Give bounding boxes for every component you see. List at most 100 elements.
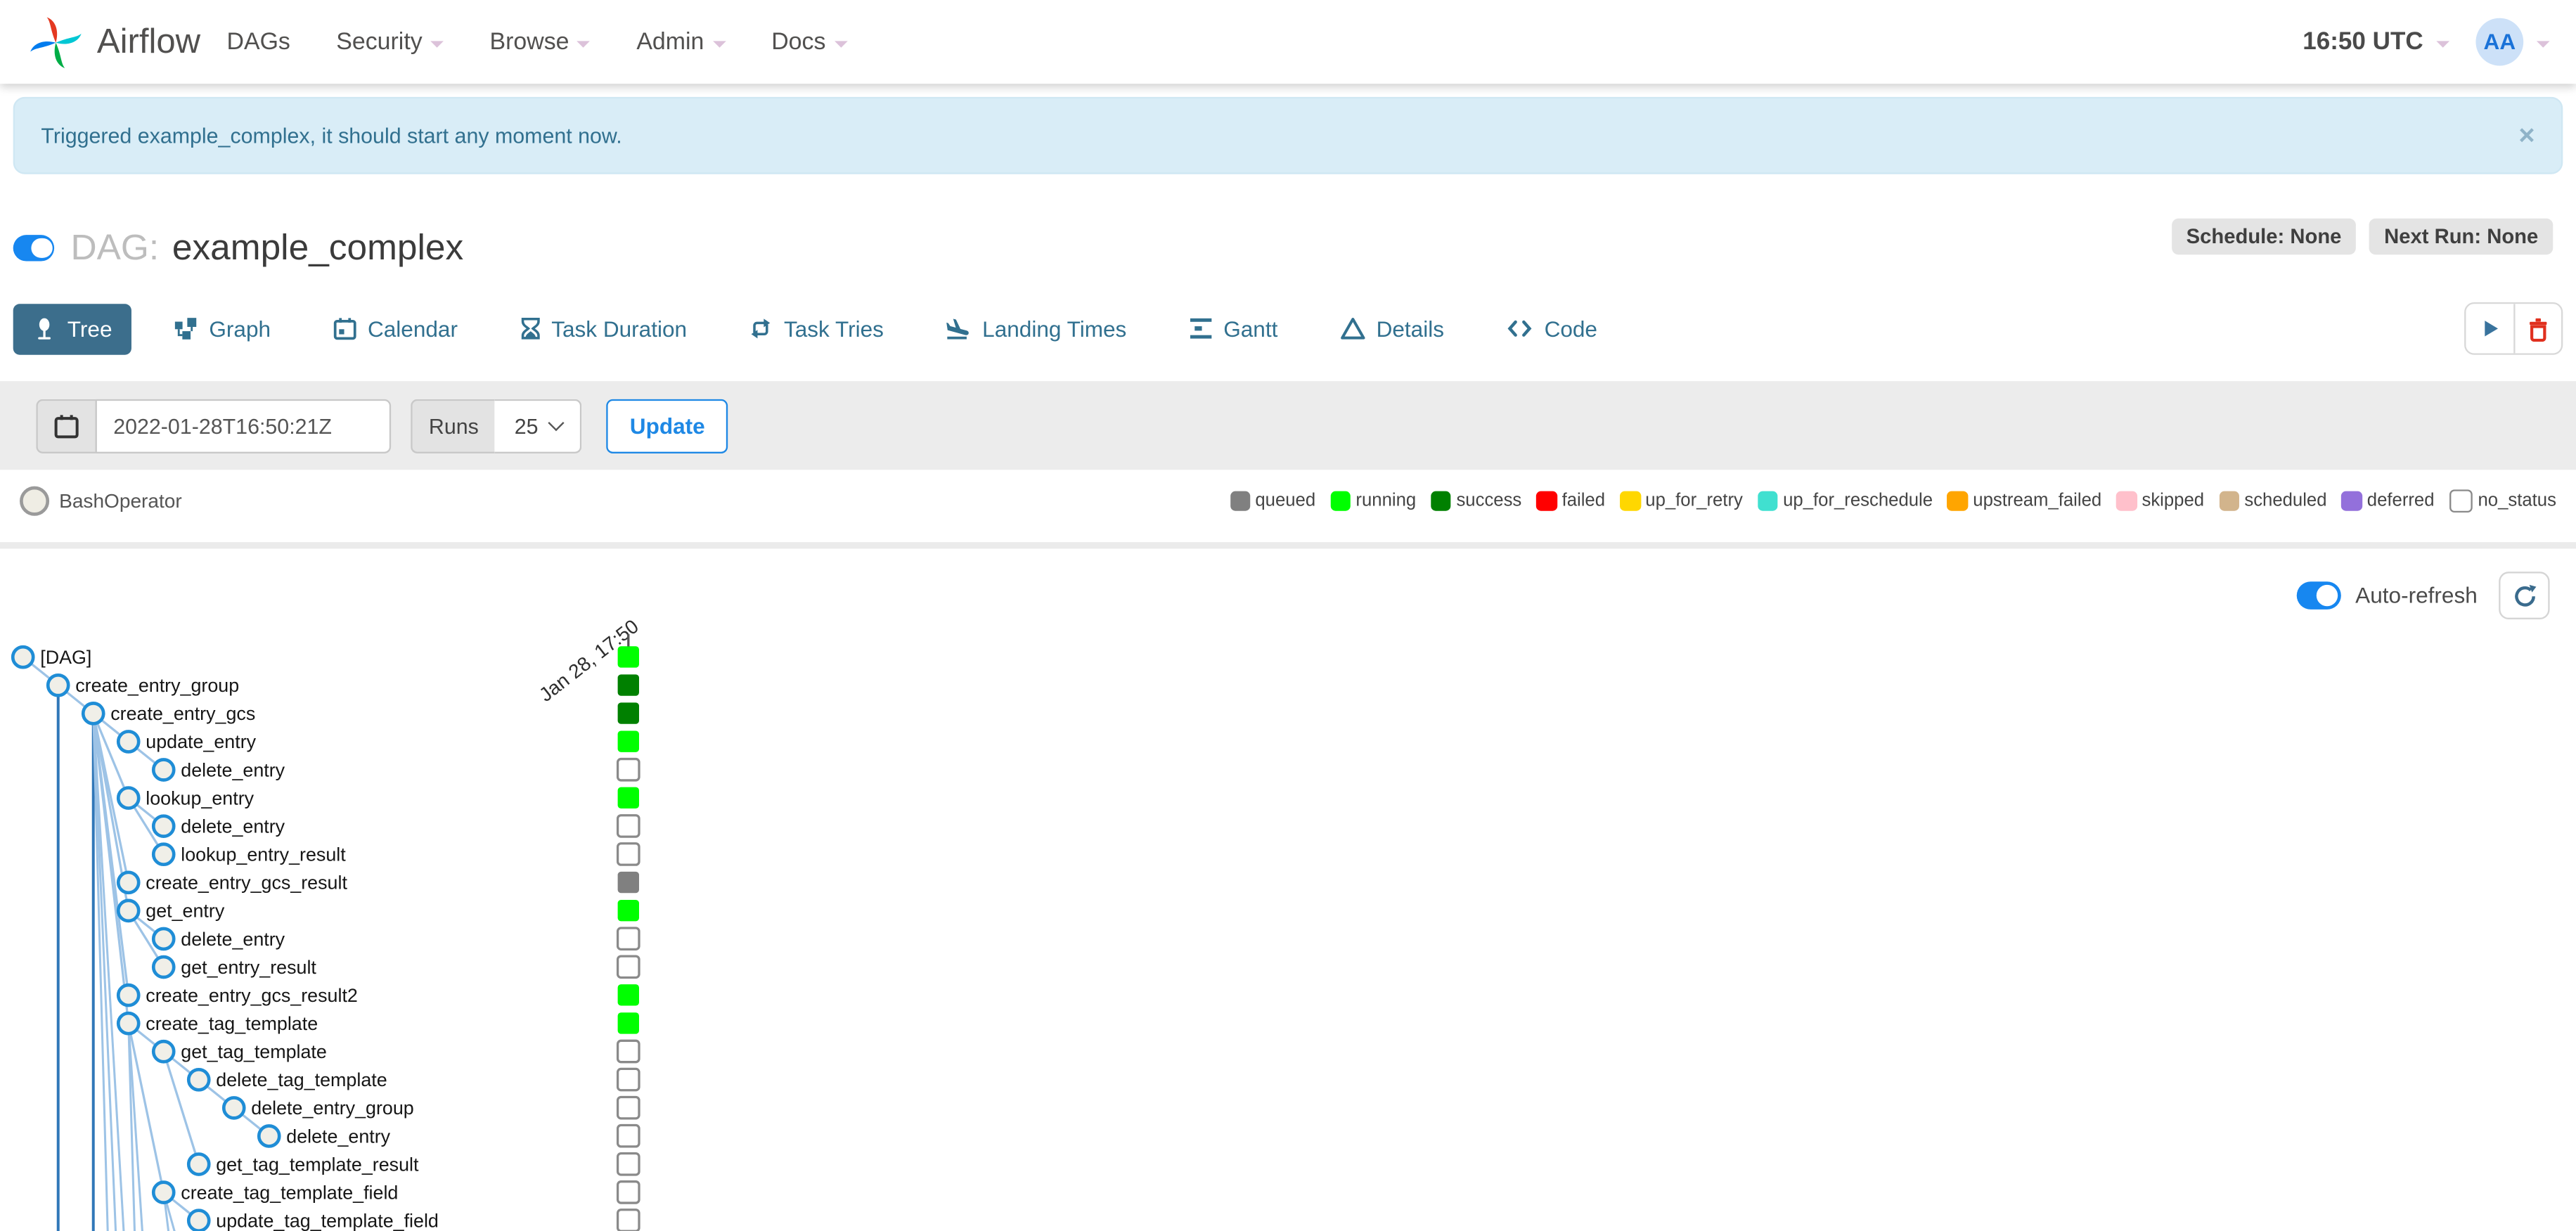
nav-item-browse[interactable]: Browse [487,19,594,65]
task-status-square-no_status[interactable] [616,1152,640,1176]
task-status-square-no_status[interactable] [616,757,640,782]
task-status-square-success[interactable] [617,674,639,696]
node-circle-icon[interactable] [257,1124,281,1148]
task-status-square-running[interactable] [617,899,639,922]
task-status-square-running[interactable] [617,787,639,809]
node-circle-icon[interactable] [151,955,176,979]
tree-node-get_entry_result[interactable]: get_entry_result [151,955,316,979]
legend-queued[interactable]: queued [1230,491,1315,512]
tree-node-delete_tag_template[interactable]: delete_tag_template [186,1067,387,1092]
tab-tree[interactable]: Tree [13,303,132,354]
update-button[interactable]: Update [607,398,728,453]
legend-up_for_retry[interactable]: up_for_retry [1620,491,1743,512]
node-circle-icon[interactable] [46,673,70,697]
task-status-square-running[interactable] [617,730,639,752]
tree-node-lookup_entry_result[interactable]: lookup_entry_result [151,842,346,867]
task-status-square-success[interactable] [617,702,639,724]
base-date-input[interactable] [95,398,392,453]
task-status-square-running[interactable] [617,1012,639,1034]
tab-landing-times[interactable]: Landing Times [927,303,1147,354]
tree-node-delete_entry[interactable]: delete_entry [257,1124,391,1148]
tree-node-DAG[interactable]: [DAG] [11,645,91,669]
legend-scheduled[interactable]: scheduled [2219,491,2327,512]
legend-success[interactable]: success [1431,491,1521,512]
task-status-square-queued[interactable] [617,871,639,894]
delete-dag-button[interactable] [2513,304,2561,354]
task-status-square-no_status[interactable] [616,814,640,838]
tree-node-get_tag_template[interactable]: get_tag_template [151,1039,327,1064]
task-status-square-no_status[interactable] [616,1039,640,1064]
task-status-square-no_status[interactable] [616,1180,640,1204]
tree-node-get_entry[interactable]: get_entry [116,898,225,923]
tree-node-get_tag_template_result[interactable]: get_tag_template_result [186,1152,419,1176]
node-circle-icon[interactable] [116,870,141,895]
node-circle-icon[interactable] [151,758,176,782]
node-circle-icon[interactable] [11,645,35,669]
base-date-group [36,398,392,453]
nav-item-docs[interactable]: Docs [768,19,851,65]
tree-node-create_entry_gcs[interactable]: create_entry_gcs [81,702,255,726]
task-status-square-no_status[interactable] [616,842,640,866]
task-name: delete_entry [181,816,285,837]
legend-skipped[interactable]: skipped [2116,491,2204,512]
tree-node-delete_entry[interactable]: delete_entry [151,927,285,951]
tab-code[interactable]: Code [1487,303,1617,354]
nav-item-dags[interactable]: DAGs [224,19,294,65]
legend-running[interactable]: running [1330,491,1416,512]
tab-graph[interactable]: Graph [155,303,290,354]
tree-node-delete_entry_group[interactable]: delete_entry_group [221,1096,414,1120]
task-status-square-no_status[interactable] [616,1209,640,1231]
task-status-square-no_status[interactable] [616,1067,640,1092]
tree-node-delete_entry[interactable]: delete_entry [151,814,285,838]
nav-item-admin[interactable]: Admin [633,19,729,65]
tab-task-tries[interactable]: Task Tries [730,303,903,354]
tree-node-create_entry_gcs_result2[interactable]: create_entry_gcs_result2 [116,983,358,1007]
task-name: create_entry_gcs_result2 [146,985,358,1006]
node-circle-icon[interactable] [221,1096,246,1120]
tree-node-delete_entry[interactable]: delete_entry [151,758,285,782]
brand[interactable]: Airflow [26,13,200,72]
tree-node-create_entry_group[interactable]: create_entry_group [46,673,239,697]
tree-node-create_tag_template_field[interactable]: create_tag_template_field [151,1180,398,1204]
runs-select[interactable]: 25 [495,398,583,453]
tab-calendar[interactable]: Calendar [314,303,477,354]
legend-upstream_failed[interactable]: upstream_failed [1947,491,2101,512]
legend-failed[interactable]: failed [1536,491,1605,512]
trigger-dag-button[interactable] [2466,304,2514,354]
node-circle-icon[interactable] [116,983,141,1007]
legend-up_for_reschedule[interactable]: up_for_reschedule [1757,491,1933,512]
utc-clock[interactable]: 16:50 UTC [2303,28,2423,56]
node-circle-icon[interactable] [186,1209,211,1231]
node-circle-icon[interactable] [151,814,176,838]
node-circle-icon[interactable] [151,842,176,867]
nav-item-security[interactable]: Security [333,19,447,65]
node-circle-icon[interactable] [151,1039,176,1064]
task-status-square-no_status[interactable] [616,955,640,979]
tab-details[interactable]: Details [1320,303,1464,354]
tab-gantt[interactable]: Gantt [1169,303,1297,354]
tree-node-update_tag_template_field[interactable]: update_tag_template_field [186,1209,439,1231]
task-status-square-no_status[interactable] [616,1095,640,1120]
legend-deferred[interactable]: deferred [2341,491,2435,512]
node-circle-icon[interactable] [151,1180,176,1204]
node-circle-icon[interactable] [116,786,141,810]
node-circle-icon[interactable] [186,1152,211,1176]
tab-task-duration[interactable]: Task Duration [501,303,707,354]
node-circle-icon[interactable] [186,1067,211,1092]
dag-pause-toggle[interactable] [13,235,55,261]
node-circle-icon[interactable] [116,730,141,754]
node-circle-icon[interactable] [116,1011,141,1036]
calendar-addon [36,398,96,453]
tree-node-create_entry_gcs_result[interactable]: create_entry_gcs_result [116,870,347,895]
avatar[interactable]: AA [2475,18,2524,66]
close-icon[interactable]: × [2518,122,2535,150]
node-circle-icon[interactable] [81,702,105,726]
legend-no_status[interactable]: no_status [2449,489,2556,513]
task-status-square-no_status[interactable] [616,927,640,951]
task-status-square-no_status[interactable] [616,1123,640,1148]
node-circle-icon[interactable] [151,927,176,951]
tree-node-create_tag_template[interactable]: create_tag_template [116,1011,318,1036]
dag-run-status-circle[interactable] [619,647,638,667]
node-circle-icon[interactable] [116,898,141,923]
task-status-square-running[interactable] [617,984,639,1006]
